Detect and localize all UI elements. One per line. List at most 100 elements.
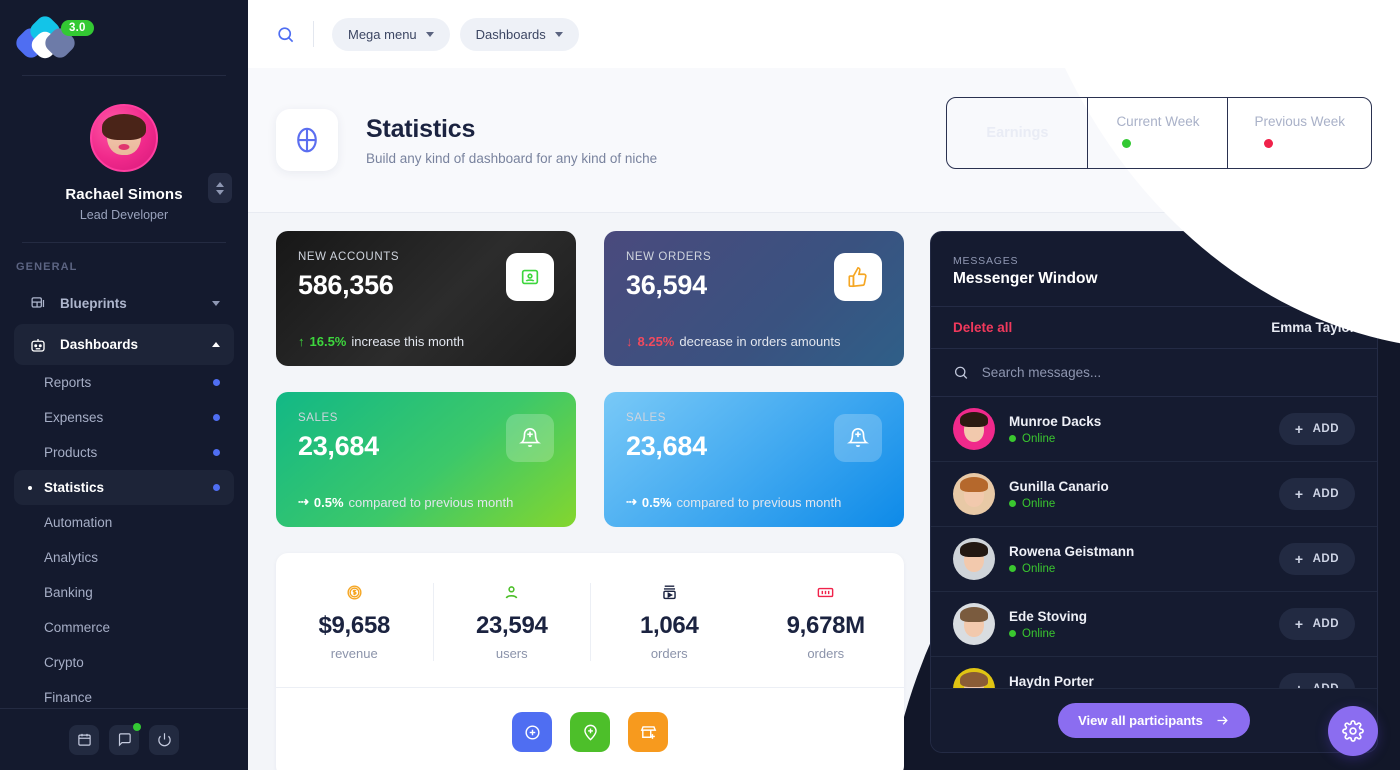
trend-percent: 0.5% [313,494,344,510]
earnings-cell-label: Previous Week [1254,114,1345,129]
profile-switcher-button[interactable] [208,173,232,203]
map-pin-plus-icon [583,724,597,741]
chevron-down-icon [554,31,563,37]
sidebar-nav: GENERAL Blueprints Dashboards Reports Ex… [0,243,248,708]
coin-dollar-icon [276,583,433,603]
chevron-up-icon [216,181,224,187]
sidebar-item-statistics[interactable]: Statistics [14,470,234,505]
metric-users: 23,594 users [432,583,591,661]
list-item[interactable]: Munroe Dacks Online + ADD [931,397,1377,462]
trend-arrow-flat-icon: ⇢ [626,494,637,509]
sidebar-sub-label: Statistics [44,480,105,495]
add-location-button[interactable] [570,712,610,752]
earnings-previous-week: Previous Week $76,645 [1227,98,1371,168]
action-buttons-row [276,688,904,770]
list-item[interactable]: Ede Stoving Online + ADD [931,592,1377,657]
add-button[interactable] [512,712,552,752]
search-input[interactable] [981,365,1355,380]
sidebar-item-commerce[interactable]: Commerce [14,610,234,645]
stat-cards-row-1: NEW ACCOUNTS 586,356 ↑ 16.5% increase th… [276,231,904,366]
delete-all-button[interactable]: Delete all [953,320,1012,335]
metric-value: 1,064 [639,612,699,639]
topbar-actions [1236,18,1380,50]
participant-status: Online [1009,498,1279,510]
language-button[interactable] [1274,19,1304,49]
view-all-participants-button[interactable]: View all participants [1058,703,1250,738]
sidebar-item-banking[interactable]: Banking [14,575,234,610]
trend-text: decrease in orders amounts [679,334,841,349]
messages-button[interactable] [1312,19,1343,50]
contact-card-icon [506,253,554,301]
topbar: Mega menu Dashboards [248,0,1400,68]
sidebar-item-crypto[interactable]: Crypto [14,645,234,680]
status-dot-red [1264,139,1274,148]
list-item[interactable]: Gunilla Canario Online + ADD [931,462,1377,527]
power-button[interactable] [149,724,179,755]
add-participant-button[interactable]: +ADD [1278,543,1355,575]
sidebar-sub-label: Crypto [44,655,84,670]
metric-value: 9,678M [786,612,866,639]
user-avatar[interactable] [1350,19,1380,49]
unread-dot [1336,43,1343,50]
calendar-button[interactable] [69,724,99,755]
avatar [953,538,995,580]
dashboards-menu-button[interactable]: Dashboards [459,17,579,51]
status-dot [213,379,220,386]
trend-percent: 0.5% [641,494,672,510]
earnings-title-cell: Earnings [947,98,1087,168]
sidebar-item-automation[interactable]: Automation [14,505,234,540]
search-icon[interactable] [276,25,295,44]
sidebar-item-dashboards[interactable]: Dashboards [14,324,234,365]
notifications-button[interactable] [1236,18,1267,49]
stat-card-sales-blue[interactable]: SALES 23,684 ⇢ 0.5% compared to previous… [604,392,904,527]
participant-name: Rowena Geistmann [1009,543,1135,559]
sidebar-item-expenses[interactable]: Expenses [14,400,234,435]
stat-card-new-accounts[interactable]: NEW ACCOUNTS 586,356 ↑ 16.5% increase th… [276,231,576,366]
sidebar: 3.0 Rachael Simons Lead Developer GENERA… [0,0,248,770]
arrow-right-icon [1217,716,1228,725]
stat-card-sales-green[interactable]: SALES 23,684 ⇢ 0.5% compared to previous… [276,392,576,527]
mega-menu-button[interactable]: Mega menu [332,17,450,51]
trend-arrow-flat-icon: ⇢ [298,494,309,509]
active-bullet-icon [28,485,32,490]
messenger-user-badge[interactable]: ET [1317,252,1355,290]
participant-status: Online [1009,433,1279,445]
view-all-label: View all participants [1078,713,1203,728]
sidebar-item-analytics[interactable]: Analytics [14,540,234,575]
add-participant-button[interactable]: +ADD [1278,608,1355,640]
trend-percent: 16.5% [309,334,347,349]
sidebar-item-reports[interactable]: Reports [14,365,234,400]
earnings-cell-value: $34,543 [1122,135,1194,152]
calendar-icon [77,733,91,746]
messenger-current-user: Emma Taylor [1271,320,1355,335]
add-participant-button[interactable]: +ADD [1278,413,1355,445]
earnings-current-week: Current Week $34,543 [1087,98,1227,168]
avatar [953,408,995,450]
trend-text: increase this month [351,334,465,349]
messenger-search[interactable] [931,349,1377,397]
add-store-button[interactable] [628,712,668,752]
add-participant-button[interactable]: +ADD [1278,478,1355,510]
page-title: Statistics [366,114,476,143]
avatar[interactable] [90,104,158,172]
list-item[interactable]: Rowena Geistmann Online + ADD [931,527,1377,592]
participant-info: Ede Stoving Online [1009,609,1279,640]
chevron-down-icon [216,189,224,195]
counter-icon [748,583,905,603]
chat-button[interactable] [109,722,141,755]
sidebar-item-label: Dashboards [60,337,139,352]
settings-fab-button[interactable] [1328,706,1378,756]
sidebar-sub-label: Finance [44,690,93,705]
sidebar-item-finance[interactable]: Finance [14,680,234,708]
stat-card-new-orders[interactable]: NEW ORDERS 36,594 ↓ 8.25% decrease in or… [604,231,904,366]
logo[interactable]: 3.0 [0,0,248,75]
metric-revenue: $9,658 revenue [276,583,433,661]
participant-name: Munroe Dacks [1009,413,1102,429]
metric-label: orders [650,646,688,661]
sidebar-item-products[interactable]: Products [14,435,234,470]
stat-card-trend: ⇢ 0.5% compared to previous month [298,494,513,510]
user-icon [434,583,591,603]
participant-name: Haydn Porter [1009,673,1094,689]
sidebar-item-blueprints[interactable]: Blueprints [14,283,234,324]
status-dot-green [1009,565,1016,572]
